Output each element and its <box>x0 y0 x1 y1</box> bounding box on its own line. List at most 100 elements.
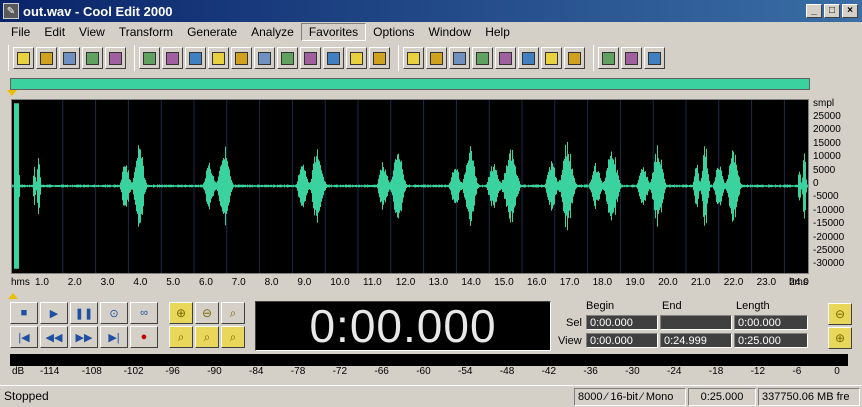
zoom-full-button[interactable]: ⌕ <box>221 302 245 324</box>
play-to-end-button[interactable]: ⊙ <box>100 302 128 324</box>
zoom-selection-button[interactable]: ⌕ <box>169 326 193 348</box>
time-display: 0:00.000 <box>255 301 551 351</box>
time-tick-label: 6.0 <box>199 277 213 288</box>
menu-file[interactable]: File <box>4 24 37 40</box>
view-label: View <box>558 335 582 347</box>
time-tick-label: 15.0 <box>494 277 513 288</box>
frequency-button[interactable] <box>598 47 619 69</box>
view-begin-field[interactable]: 0:00.000 <box>586 333 658 348</box>
stop-button[interactable]: ■ <box>10 302 38 324</box>
minimize-button[interactable]: _ <box>806 4 822 18</box>
open-folder-button[interactable] <box>36 47 57 69</box>
sel-length-field[interactable]: 0:00.000 <box>734 315 808 330</box>
zoom-right-button[interactable]: ⌕ <box>221 326 245 348</box>
time-tick-label: 5.0 <box>166 277 180 288</box>
menu-edit[interactable]: Edit <box>37 24 72 40</box>
menu-options[interactable]: Options <box>366 24 421 40</box>
paste-button[interactable] <box>277 47 298 69</box>
time-tick-label: 9.0 <box>297 277 311 288</box>
help-button[interactable] <box>644 47 665 69</box>
time-tick-label: 14.0 <box>461 277 480 288</box>
time-tick-label: 7.0 <box>232 277 246 288</box>
loop-button[interactable]: ∞ <box>130 302 158 324</box>
zoom-left-icon: ⌕ <box>204 330 211 345</box>
rewind-button[interactable]: ◀◀ <box>40 326 68 348</box>
play-button[interactable]: ▶ <box>40 302 68 324</box>
time-tick-label: 22.0 <box>724 277 743 288</box>
sel-begin-field[interactable]: 0:00.000 <box>586 315 658 330</box>
repeat-button[interactable] <box>162 47 183 69</box>
pause-button[interactable]: ❚❚ <box>70 302 98 324</box>
fast-forward-button[interactable]: ▶▶ <box>70 326 98 348</box>
db-tick-label: -96 <box>165 366 179 377</box>
undo-button[interactable] <box>139 47 160 69</box>
time-tick-label: 8.0 <box>265 277 279 288</box>
pause-icon: ❚❚ <box>75 307 93 320</box>
menu-window[interactable]: Window <box>422 24 479 40</box>
new-file-button[interactable] <box>13 47 34 69</box>
sample-tick-label: -25000 <box>813 245 844 256</box>
grid1-button[interactable] <box>449 47 470 69</box>
go-to-start-button[interactable]: |◀ <box>10 326 38 348</box>
grid2-button[interactable] <box>472 47 493 69</box>
view-end-field[interactable]: 0:24.999 <box>660 333 732 348</box>
script-button[interactable] <box>621 47 642 69</box>
record-button[interactable]: ● <box>130 326 158 348</box>
menu-analyze[interactable]: Analyze <box>244 24 301 40</box>
menu-view[interactable]: View <box>72 24 112 40</box>
go-to-end-button[interactable]: ▶| <box>100 326 128 348</box>
start-marker-icon[interactable] <box>7 90 17 96</box>
save-all-button[interactable] <box>82 47 103 69</box>
maximize-button[interactable]: □ <box>824 4 840 18</box>
cd-button[interactable] <box>564 47 585 69</box>
spectral-button[interactable] <box>403 47 424 69</box>
menu-generate[interactable]: Generate <box>180 24 244 40</box>
copy-button[interactable] <box>231 47 252 69</box>
status-duration: 0:25.000 <box>688 388 756 406</box>
sample-tick-label: 10000 <box>813 151 841 162</box>
zoom-out-vertical-button[interactable]: ⊖ <box>828 303 852 325</box>
db-tick-label: -12 <box>751 366 765 377</box>
cursor-marker-icon[interactable] <box>8 293 18 299</box>
close-button[interactable] <box>105 47 126 69</box>
check-button[interactable] <box>426 47 447 69</box>
grid3-button[interactable] <box>495 47 516 69</box>
sample-tick-label: 0 <box>813 178 819 189</box>
view-length-field[interactable]: 0:25.000 <box>734 333 808 348</box>
db-tick-label: -36 <box>583 366 597 377</box>
zoom-left-button[interactable]: ⌕ <box>195 326 219 348</box>
sample-unit-label: smpl <box>813 98 834 109</box>
sel-end-field[interactable] <box>660 315 732 330</box>
menu-favorites[interactable]: Favorites <box>301 23 366 41</box>
spectral-icon <box>407 52 420 65</box>
time-tick-label: 18.0 <box>593 277 612 288</box>
waveform-display[interactable] <box>11 99 809 274</box>
zoom-in-vertical-button[interactable]: ⊕ <box>828 327 852 349</box>
check-icon <box>430 52 443 65</box>
close-button[interactable]: × <box>842 4 858 18</box>
status-format[interactable]: 8000 ⁄ 16-bit ⁄ Mono <box>574 388 686 406</box>
skip-end-icon: ▶| <box>108 331 119 344</box>
cut-button[interactable] <box>254 47 275 69</box>
zoom-out-button[interactable]: ⊖ <box>195 302 219 324</box>
db-tick-label: -84 <box>249 366 263 377</box>
time-unit-right: hms <box>789 277 808 288</box>
time-tick-label: 10.0 <box>330 277 349 288</box>
zoom-in-button[interactable]: ⊕ <box>169 302 193 324</box>
mixpaste-button[interactable] <box>346 47 367 69</box>
app-icon[interactable]: ✎ <box>3 3 19 19</box>
paste-new-button[interactable] <box>300 47 321 69</box>
menu-help[interactable]: Help <box>478 24 517 40</box>
db-tick-label: -18 <box>709 366 723 377</box>
mixpaste-icon <box>350 52 363 65</box>
trim-button[interactable] <box>323 47 344 69</box>
menu-transform[interactable]: Transform <box>112 24 180 40</box>
zoom-right-icon: ⌕ <box>230 330 237 345</box>
overview-bar[interactable] <box>10 78 810 90</box>
properties-button[interactable] <box>541 47 562 69</box>
save-button[interactable] <box>59 47 80 69</box>
mix-button[interactable] <box>185 47 206 69</box>
play-button[interactable] <box>369 47 390 69</box>
info-button[interactable] <box>518 47 539 69</box>
wave-button[interactable] <box>208 47 229 69</box>
